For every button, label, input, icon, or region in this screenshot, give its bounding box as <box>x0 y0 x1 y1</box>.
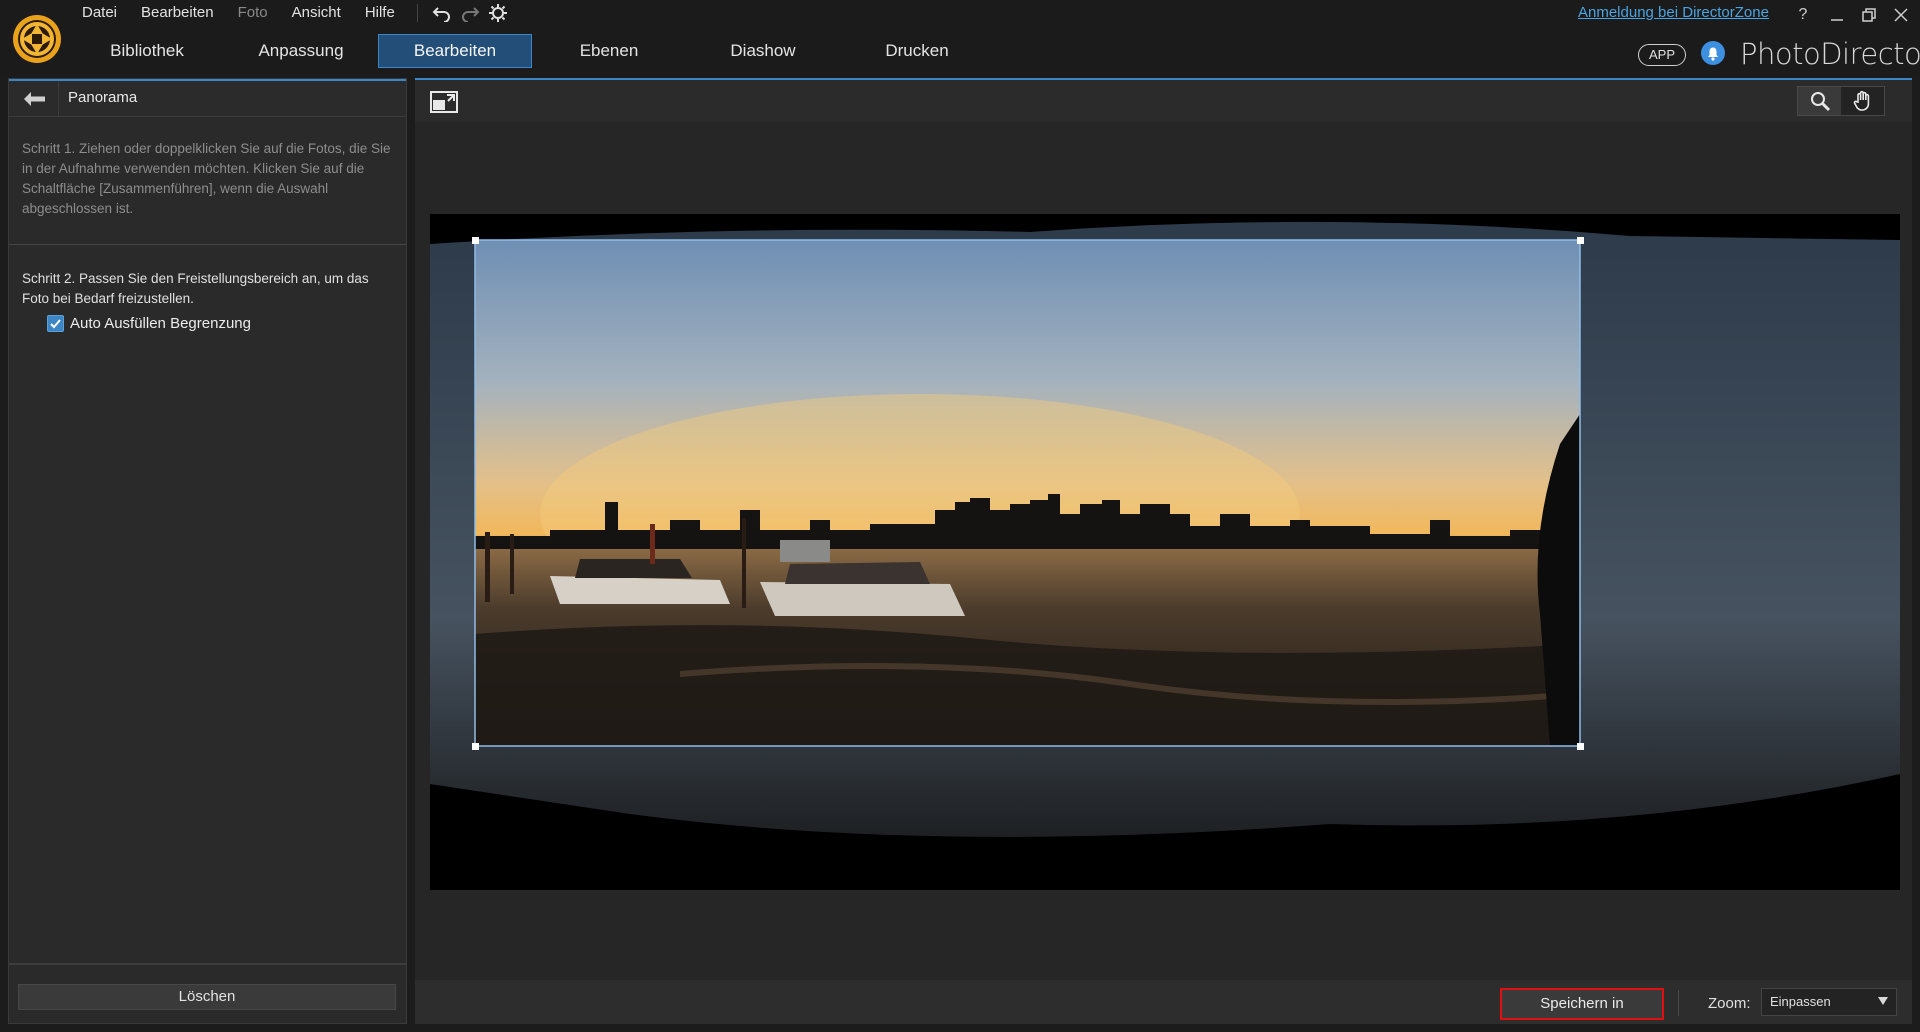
tab-bibliothek[interactable]: Bibliothek <box>70 34 224 68</box>
delete-button[interactable]: Löschen <box>18 984 396 1010</box>
menu-hilfe[interactable]: Hilfe <box>353 0 407 26</box>
photodirector-logo-icon[interactable] <box>10 12 64 66</box>
zoom-magnifier-icon[interactable] <box>1798 87 1841 115</box>
app-badge-button[interactable]: APP <box>1638 44 1686 66</box>
tab-drucken[interactable]: Drucken <box>840 34 994 68</box>
undo-icon[interactable] <box>428 0 456 26</box>
directorzone-login-link[interactable]: Anmeldung bei DirectorZone <box>1578 4 1769 21</box>
save-to-button[interactable]: Speichern in <box>1500 988 1664 1020</box>
dropdown-caret-icon <box>1878 997 1888 1005</box>
back-arrow-icon <box>23 92 45 106</box>
zoom-dropdown[interactable]: Einpassen <box>1761 988 1897 1016</box>
menu-datei[interactable]: Datei <box>70 0 129 26</box>
step2-instructions: Schritt 2. Passen Sie den Freistellungsb… <box>22 271 369 306</box>
panorama-image[interactable] <box>430 214 1900 890</box>
help-button[interactable]: ? <box>1788 2 1818 28</box>
minimize-icon[interactable] <box>1822 2 1852 28</box>
menu-bearbeiten[interactable]: Bearbeiten <box>129 0 226 26</box>
step1-instructions: Schritt 1. Ziehen oder doppelklicken Sie… <box>22 141 391 216</box>
fit-view-icon[interactable] <box>429 88 459 116</box>
image-canvas <box>415 122 1912 978</box>
auto-fill-boundary-option[interactable]: Auto Ausfüllen Begrenzung <box>47 315 251 332</box>
auto-fill-checkbox[interactable] <box>47 315 64 332</box>
close-icon[interactable] <box>1886 2 1916 28</box>
settings-gear-icon[interactable] <box>484 0 512 26</box>
panel-title: Panorama <box>68 89 138 106</box>
main-workspace: Speichern in Zoom: Einpassen <box>415 78 1912 1024</box>
bell-icon[interactable] <box>1700 40 1726 66</box>
tab-bearbeiten[interactable]: Bearbeiten <box>378 34 532 68</box>
menu-foto[interactable]: Foto <box>226 0 280 26</box>
zoom-dropdown-value: Einpassen <box>1770 994 1831 1009</box>
restore-icon[interactable] <box>1854 2 1884 28</box>
bottom-action-bar: Speichern in Zoom: Einpassen <box>415 980 1912 1024</box>
photodirector-window: Datei Bearbeiten Foto Ansicht Hilfe Anme… <box>0 0 1920 1032</box>
title-bar: Datei Bearbeiten Foto Ansicht Hilfe Anme… <box>0 0 1920 78</box>
tab-diashow[interactable]: Diashow <box>686 34 840 68</box>
tab-anpassung[interactable]: Anpassung <box>224 34 378 68</box>
module-tabs: Bibliothek Anpassung Bearbeiten Ebenen D… <box>70 34 994 70</box>
checkmark-icon <box>50 319 61 329</box>
view-toolbar <box>415 78 1912 122</box>
pan-hand-icon[interactable] <box>1841 87 1884 115</box>
redo-icon[interactable] <box>456 0 484 26</box>
menu-ansicht[interactable]: Ansicht <box>280 0 353 26</box>
bottom-bar-divider <box>1678 990 1679 1016</box>
view-tool-group <box>1797 86 1885 116</box>
tab-ebenen[interactable]: Ebenen <box>532 34 686 68</box>
panel-divider <box>9 244 406 245</box>
auto-fill-label: Auto Ausfüllen Begrenzung <box>70 315 251 332</box>
menu-bar: Datei Bearbeiten Foto Ansicht Hilfe <box>70 0 512 26</box>
panorama-panel: Panorama Schritt 1. Ziehen oder doppelkl… <box>8 78 407 1024</box>
panel-footer-divider <box>9 963 406 965</box>
panel-header: Panorama <box>9 79 406 117</box>
brand-name: PhotoDirector <box>1740 37 1920 71</box>
back-button[interactable] <box>9 81 59 117</box>
zoom-label: Zoom: <box>1708 995 1751 1012</box>
menu-divider <box>416 4 418 22</box>
